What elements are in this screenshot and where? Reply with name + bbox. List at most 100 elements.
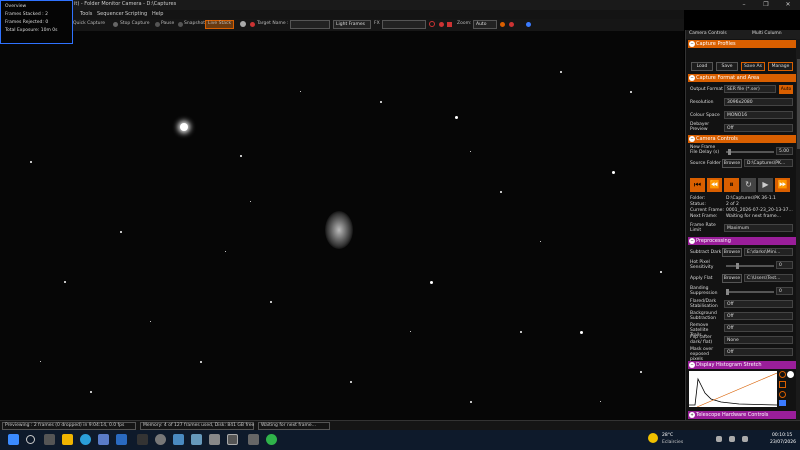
record-icon[interactable] bbox=[240, 21, 246, 27]
overview-title: Overview bbox=[5, 4, 27, 9]
app-icon-2[interactable] bbox=[155, 434, 166, 445]
next-frame-icon[interactable]: ⏩ bbox=[775, 178, 790, 192]
app-icon-6[interactable] bbox=[248, 434, 259, 445]
hot-pixel-value[interactable]: 0 bbox=[776, 261, 793, 269]
app-icon-7[interactable] bbox=[266, 434, 277, 445]
star bbox=[600, 401, 601, 402]
histogram-header[interactable]: − Display Histogram Stretch bbox=[688, 361, 796, 369]
pause-playback-icon[interactable]: ⏸ bbox=[724, 178, 739, 192]
capture-app-icon[interactable] bbox=[227, 434, 238, 445]
fx-label: FX bbox=[374, 21, 380, 26]
resolution-select[interactable]: 3096x2080 bbox=[724, 98, 793, 106]
play-icon[interactable]: ▶ bbox=[758, 178, 773, 192]
target-name-input[interactable] bbox=[290, 20, 330, 29]
menu-sequencer[interactable]: Sequencer bbox=[97, 11, 124, 17]
new-frame-delay-slider[interactable] bbox=[726, 149, 774, 155]
manage-profiles-button[interactable]: Manage bbox=[768, 62, 793, 71]
preprocessing-header[interactable]: − Preprocessing bbox=[688, 237, 796, 245]
subtract-dark-input[interactable]: E:\darks\Mini... bbox=[744, 248, 793, 256]
quick-capture-button[interactable]: Quick Capture bbox=[73, 21, 105, 26]
pause-icon bbox=[155, 22, 160, 27]
colour-space-select[interactable]: MONO16 bbox=[724, 111, 793, 119]
close-button[interactable]: ✕ bbox=[777, 0, 799, 10]
app-icon-3[interactable] bbox=[173, 434, 184, 445]
window-title: it) - Folder Monitor Camera - D:\Capture… bbox=[74, 1, 177, 7]
source-folder-input[interactable]: D:\Captures\PK... bbox=[744, 159, 793, 167]
weather-desc: Eclaircies bbox=[662, 440, 684, 445]
tab-camera-controls[interactable]: Camera Controls bbox=[689, 31, 727, 36]
camera-controls-header[interactable]: − Camera Controls bbox=[688, 135, 796, 143]
pipette-icon[interactable] bbox=[526, 22, 531, 27]
apply-flat-browse-button[interactable]: Browse bbox=[722, 274, 742, 283]
histogram-zoom-icon[interactable] bbox=[779, 381, 786, 388]
zoom-out-icon[interactable] bbox=[509, 22, 514, 27]
file-explorer-icon[interactable] bbox=[62, 434, 73, 445]
search-icon[interactable] bbox=[26, 435, 35, 444]
telescope-header[interactable]: + Telescope Hardware Controls bbox=[688, 411, 796, 419]
live-stack-button[interactable]: Live Stack bbox=[205, 20, 235, 29]
app-icon-5[interactable] bbox=[209, 434, 220, 445]
new-frame-delay-value[interactable]: 5.00 bbox=[776, 147, 793, 155]
edge-icon[interactable] bbox=[80, 434, 91, 445]
flip-select[interactable]: None bbox=[724, 336, 793, 344]
flat-dark-select[interactable]: Off bbox=[724, 300, 793, 308]
clock-date[interactable]: 23/07/2026 bbox=[770, 440, 796, 445]
star bbox=[580, 331, 583, 334]
pause-button[interactable]: Pause bbox=[161, 21, 174, 26]
satellite-select[interactable]: Off bbox=[724, 324, 793, 332]
mail-icon[interactable] bbox=[116, 434, 127, 445]
volume-icon[interactable] bbox=[742, 436, 748, 442]
task-view-icon[interactable] bbox=[44, 434, 55, 445]
save-profile-button[interactable]: Save bbox=[716, 62, 738, 71]
frame-rate-limit-select[interactable]: Maximum bbox=[724, 224, 793, 232]
mask-select[interactable]: Off bbox=[724, 348, 793, 356]
subtract-dark-browse-button[interactable]: Browse bbox=[722, 248, 742, 257]
minimize-button[interactable]: – bbox=[733, 0, 755, 10]
menu-help[interactable]: Help bbox=[152, 11, 163, 17]
frame-type-select[interactable]: Light Frames bbox=[333, 20, 371, 29]
restore-button[interactable]: ❐ bbox=[755, 0, 777, 10]
crosshair-icon[interactable] bbox=[439, 22, 444, 27]
debayer-select[interactable]: Off bbox=[724, 124, 793, 132]
histogram-plot[interactable] bbox=[689, 371, 777, 407]
output-format-select[interactable]: SER file (*.ser) bbox=[724, 85, 776, 93]
snapshot-button[interactable]: Snapshot bbox=[184, 21, 205, 26]
panel-scrollbar[interactable] bbox=[796, 39, 800, 420]
menu-tools[interactable]: Tools bbox=[80, 11, 92, 17]
banding-slider[interactable] bbox=[726, 289, 774, 295]
image-preview[interactable] bbox=[0, 31, 684, 420]
network-icon[interactable] bbox=[729, 436, 735, 442]
banding-value[interactable]: 0 bbox=[776, 287, 793, 295]
first-frame-icon[interactable]: ⏮ bbox=[690, 178, 705, 192]
windows-start-icon[interactable] bbox=[8, 434, 19, 445]
save-as-profile-button[interactable]: Save As bbox=[741, 62, 765, 71]
histogram-reset-icon[interactable] bbox=[779, 391, 786, 398]
hot-pixel-slider[interactable] bbox=[726, 263, 774, 269]
auto-button[interactable]: Auto bbox=[779, 85, 793, 94]
zoom-in-icon[interactable] bbox=[500, 22, 505, 27]
app-icon-1[interactable] bbox=[137, 434, 148, 445]
capture-format-header[interactable]: − Capture Format and Area bbox=[688, 74, 796, 82]
previous-frame-icon[interactable]: ⏪ bbox=[707, 178, 722, 192]
reticle-icon[interactable] bbox=[429, 21, 435, 27]
load-profile-button[interactable]: Load bbox=[691, 62, 713, 71]
histogram-mode-icon[interactable] bbox=[787, 371, 794, 378]
weather-icon[interactable] bbox=[648, 433, 658, 443]
source-folder-browse-button[interactable]: Browse bbox=[722, 159, 742, 168]
histogram-settings-icon[interactable] bbox=[779, 400, 786, 406]
background-select[interactable]: Off bbox=[724, 312, 793, 320]
fx-select[interactable] bbox=[382, 20, 426, 29]
refresh-icon[interactable]: ↻ bbox=[741, 178, 756, 192]
clock-time[interactable]: 00:10:15 bbox=[772, 433, 792, 438]
chevron-up-icon[interactable] bbox=[716, 436, 722, 442]
menu-scripting[interactable]: Scripting bbox=[125, 11, 147, 17]
zoom-select[interactable]: Auto bbox=[473, 20, 497, 29]
apply-flat-input[interactable]: C:\Users\Test... bbox=[744, 274, 793, 282]
histogram-auto-icon[interactable] bbox=[779, 371, 786, 378]
stop-capture-button[interactable]: Stop Capture bbox=[120, 21, 150, 26]
store-icon[interactable] bbox=[98, 434, 109, 445]
tab-multi-column[interactable]: Multi Column bbox=[752, 31, 782, 36]
app-icon-4[interactable] bbox=[191, 434, 202, 445]
clear-icon[interactable] bbox=[447, 22, 452, 27]
capture-profiles-header[interactable]: − Capture Profiles bbox=[688, 40, 796, 48]
